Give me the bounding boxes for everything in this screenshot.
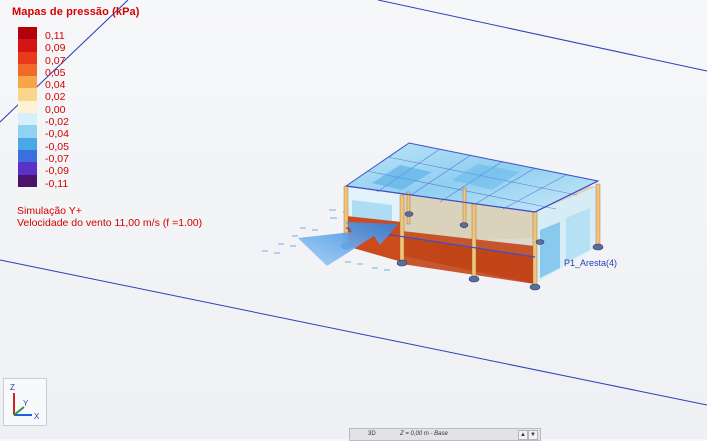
legend-swatch (18, 63, 37, 77)
legend-value-label: 0,00 (45, 103, 66, 116)
z-axis-label: Z (10, 383, 15, 392)
legend-swatch (18, 100, 37, 114)
legend-value-label: -0,07 (45, 152, 69, 165)
legend-swatch (18, 88, 37, 101)
legend-swatch (18, 174, 37, 187)
ground-edge-front (0, 259, 707, 406)
legend-swatch (18, 76, 37, 89)
legend-swatch (18, 113, 37, 126)
legend-swatch (18, 162, 37, 175)
ground-edge-back-right (377, 0, 707, 72)
edge-label: P1_Aresta(4) (564, 258, 617, 268)
x-axis-label: X (34, 412, 40, 421)
legend-value-label: 0,11 (45, 30, 65, 42)
y-axis-line (13, 406, 25, 416)
legend-value-label: 0,05 (45, 66, 66, 79)
legend-title: Mapas de pressão (kPa) (12, 6, 140, 18)
legend-swatch (18, 125, 37, 138)
building-model[interactable] (298, 142, 604, 291)
legend-swatch (18, 51, 37, 64)
legend-swatch (18, 27, 37, 40)
legend-value-label: -0,11 (45, 177, 69, 190)
legend-value-label: 0,07 (45, 54, 66, 67)
legend-value-label: 0,02 (45, 91, 66, 104)
legend-value-label: -0,02 (45, 116, 69, 129)
view-mode-label[interactable]: 3D (368, 431, 376, 437)
legend-value-label: 0,04 (45, 79, 66, 92)
legend-value-label: -0,09 (45, 165, 69, 178)
simulation-info: Simulação Y+ Velocidade do vento 11,00 m… (17, 205, 202, 229)
view-status-bar[interactable]: 3D Z = 0,00 m - Base ▲ ▼ (349, 428, 541, 441)
wind-speed-label: Velocidade do vento 11,00 m/s (f =1.00) (17, 217, 203, 229)
legend-swatch (18, 39, 37, 52)
y-axis-label: Y (23, 399, 29, 408)
simulation-direction: Simulação Y+ (17, 205, 82, 217)
legend-swatch (18, 137, 37, 150)
legend-value-label: 0,09 (45, 42, 66, 55)
legend-swatch (18, 149, 37, 163)
pressure-legend: Mapas de pressão (kPa) 0,11 0,09 0,07 0,05 0… (12, 6, 252, 189)
level-label[interactable]: Z = 0,00 m - Base (400, 431, 448, 437)
axis-orientation-gizmo[interactable]: Z Y X (3, 378, 47, 426)
legend-value-label: -0,05 (45, 140, 69, 153)
legend-value-label: -0,04 (45, 128, 69, 141)
